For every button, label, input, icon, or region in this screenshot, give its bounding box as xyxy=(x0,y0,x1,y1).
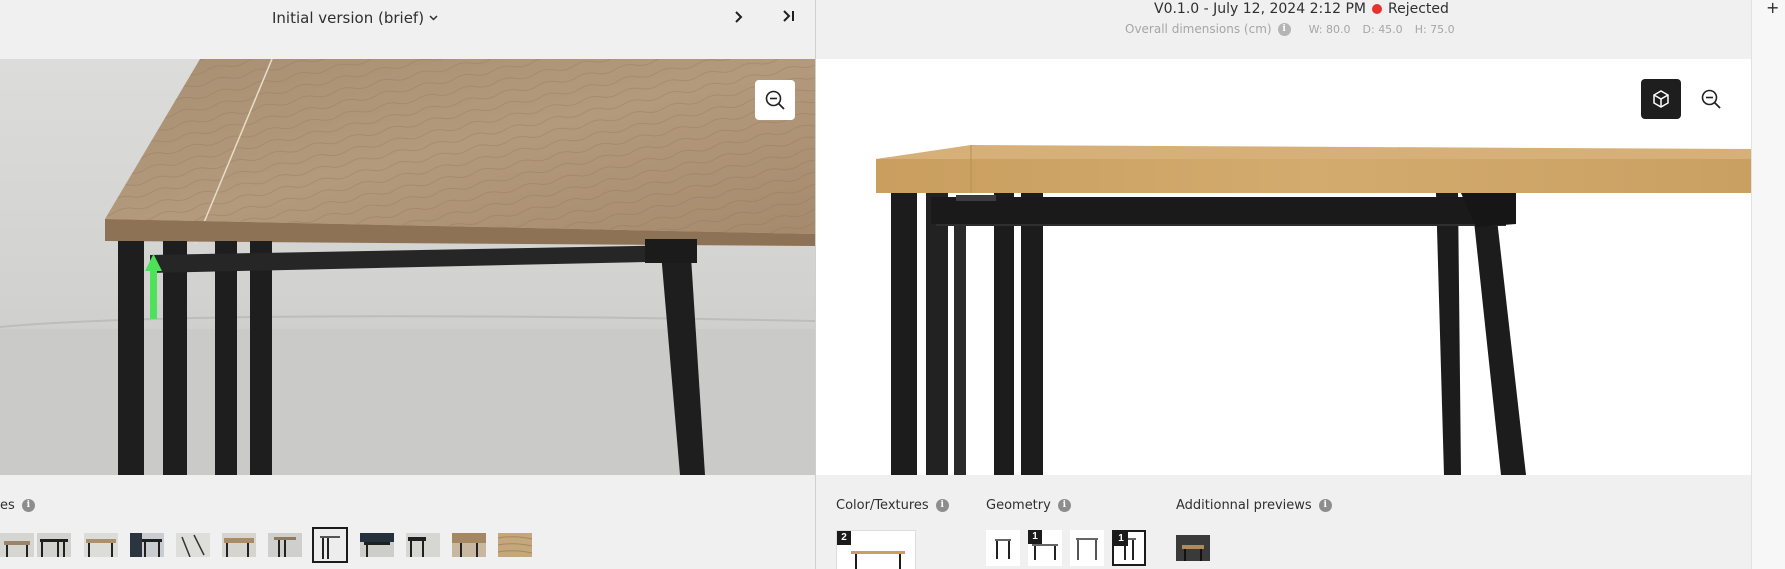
thumbnail[interactable] xyxy=(0,533,34,557)
right-previews: Color/Textures i Geometry i Additionnal … xyxy=(816,475,1751,569)
model-viewer[interactable] xyxy=(816,59,1751,475)
last-version-button[interactable] xyxy=(781,9,797,27)
depth-value: D: 45.0 xyxy=(1362,22,1403,36)
count-badge: 1 xyxy=(1114,532,1128,546)
add-button[interactable]: + xyxy=(1766,0,1779,17)
version-dropdown[interactable]: Initial version (brief) xyxy=(272,9,438,27)
thumbnail[interactable] xyxy=(268,533,302,557)
geometry-thumbnail[interactable]: 1 xyxy=(1028,530,1062,566)
info-icon[interactable]: i xyxy=(935,499,949,512)
thumbnail[interactable] xyxy=(498,533,532,557)
chevron-down-icon xyxy=(429,13,438,24)
left-previews: es i xyxy=(0,475,815,569)
thumbnail[interactable] xyxy=(37,533,71,557)
right-pane: V0.1.0 - July 12, 2024 2:12 PM Rejected … xyxy=(816,0,1751,569)
thumbnail[interactable] xyxy=(452,533,486,557)
thumbnail[interactable] xyxy=(130,533,164,557)
thumbnail[interactable] xyxy=(406,533,440,557)
geometry-thumbnail-selected[interactable]: 1 xyxy=(1112,530,1146,566)
geometry-thumbnail[interactable] xyxy=(1070,530,1104,566)
table-photo xyxy=(0,59,815,475)
count-badge: 2 xyxy=(837,531,851,545)
thumbnail[interactable] xyxy=(176,533,210,557)
zoom-button[interactable] xyxy=(1691,79,1731,119)
additional-preview-thumbnail[interactable] xyxy=(1176,535,1210,561)
zoom-button[interactable] xyxy=(755,80,795,120)
zoom-out-icon xyxy=(765,90,785,110)
left-pane: Initial version (brief) es i xyxy=(0,0,815,569)
thumbnail-strip xyxy=(0,527,815,565)
zoom-out-icon xyxy=(1701,89,1721,109)
next-version-button[interactable] xyxy=(732,8,746,29)
info-icon[interactable]: i xyxy=(1318,499,1332,512)
cube-icon xyxy=(1653,90,1669,108)
thumbnail-selected[interactable] xyxy=(312,527,348,563)
table-render xyxy=(816,59,1751,475)
color-texture-thumbnail[interactable]: 2 xyxy=(836,530,916,569)
info-icon[interactable]: i xyxy=(1277,22,1291,36)
dimensions-info: Overall dimensions (cm) i W: 80.0 D: 45.… xyxy=(1125,22,1455,36)
version-dropdown-label: Initial version (brief) xyxy=(272,9,425,27)
info-icon[interactable]: i xyxy=(1057,499,1071,512)
thumbnail[interactable] xyxy=(84,533,118,557)
status-dot-icon xyxy=(1371,4,1382,14)
brief-image-viewer[interactable] xyxy=(0,59,815,475)
height-value: H: 75.0 xyxy=(1414,22,1455,36)
status-badge: Rejected xyxy=(1387,1,1449,17)
info-icon[interactable]: i xyxy=(21,499,35,512)
width-value: W: 80.0 xyxy=(1308,22,1351,36)
thumbnail[interactable] xyxy=(360,533,394,557)
thumbnail[interactable] xyxy=(222,533,256,557)
geometry-label: Geometry i xyxy=(986,498,1071,513)
left-header: Initial version (brief) xyxy=(0,0,815,59)
comparison-view: Initial version (brief) es i V0.1.0 - Ju… xyxy=(0,0,1785,569)
side-panel-edge xyxy=(1751,0,1785,569)
chevron-right-icon xyxy=(735,11,743,23)
geometry-thumbnail[interactable] xyxy=(986,530,1020,566)
section-label: es i xyxy=(0,498,35,513)
color-textures-label: Color/Textures i xyxy=(836,498,949,513)
version-text: V0.1.0 - July 12, 2024 2:12 PM xyxy=(1154,1,1366,17)
additional-previews-label: Additionnal previews i xyxy=(1176,498,1332,513)
version-info: V0.1.0 - July 12, 2024 2:12 PM Rejected xyxy=(1154,1,1449,17)
count-badge: 1 xyxy=(1028,530,1042,544)
chevron-last-icon xyxy=(783,10,794,22)
dimensions-label: Overall dimensions (cm) xyxy=(1125,22,1272,36)
view-3d-button[interactable] xyxy=(1641,79,1681,119)
